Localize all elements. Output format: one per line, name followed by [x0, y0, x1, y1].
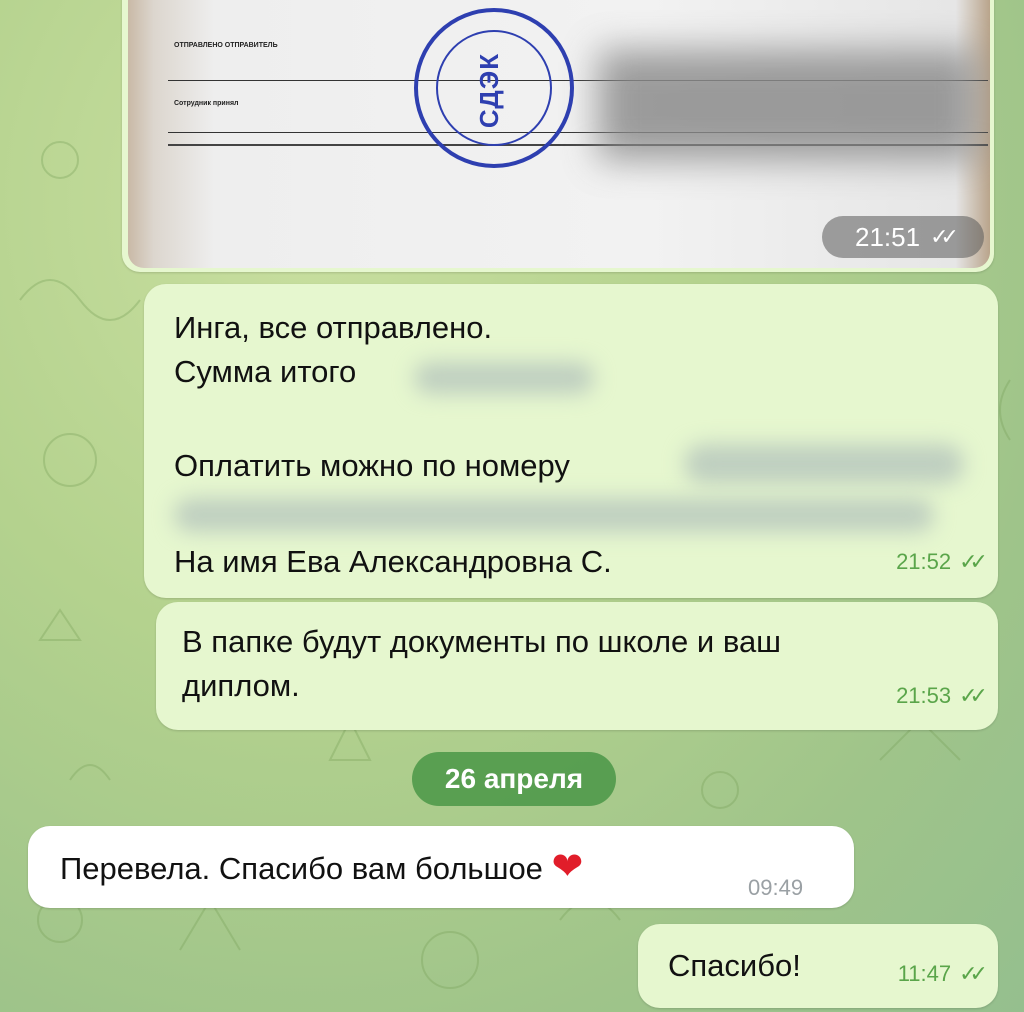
double-check-icon: ✓✓: [959, 961, 988, 986]
message-line: На имя Ева Александровна С.: [174, 544, 612, 579]
message-time: 21:53: [896, 683, 952, 708]
outgoing-message[interactable]: Спасибо! 11:47 ✓✓: [638, 924, 998, 1008]
photo-timestamp: 21:51 ✓✓: [822, 216, 984, 258]
message-time: 21:52: [896, 549, 952, 574]
message-meta: 21:52 ✓✓: [896, 540, 988, 584]
double-check-icon: ✓✓: [959, 683, 988, 708]
message-line: Инга, все отправлено.: [174, 310, 493, 345]
form-label-received: Сотрудник принял: [174, 100, 239, 107]
date-separator: 26 апреля: [412, 752, 616, 806]
red-heart-icon: ❤: [551, 846, 584, 888]
outgoing-message[interactable]: Инга, все отправлено. Сумма итого Оплати…: [144, 284, 998, 598]
message-line: Оплатить можно по номеру: [174, 448, 570, 483]
message-text: Перевела. Спасибо вам большое: [60, 851, 543, 886]
message-line: Сумма итого: [174, 354, 357, 389]
message-meta: 21:53 ✓✓: [896, 674, 988, 718]
redacted-area: [598, 50, 978, 160]
message-meta: 11:47 ✓✓: [897, 952, 988, 996]
message-time: 09:49: [748, 875, 804, 900]
message-line: диплом.: [182, 668, 300, 703]
redacted-phone: [684, 444, 964, 484]
redacted-amount: [414, 362, 594, 394]
double-check-icon: ✓✓: [930, 224, 959, 249]
message-time: 11:47: [897, 961, 952, 986]
incoming-message[interactable]: Перевела. Спасибо вам большое ❤ 09:49: [28, 826, 854, 908]
double-check-icon: ✓✓: [959, 549, 988, 574]
form-label-sent: ОТПРАВЛЕНО ОТПРАВИТЕЛЬ: [174, 42, 278, 49]
cdek-stamp: СДЭК: [414, 8, 574, 168]
message-line: В папке будут документы по школе и ваш: [182, 624, 782, 659]
redacted-phone-line2: [174, 498, 934, 532]
message-text: Спасибо!: [668, 948, 801, 983]
outgoing-message[interactable]: В папке будут документы по школе и ваш д…: [156, 602, 998, 730]
